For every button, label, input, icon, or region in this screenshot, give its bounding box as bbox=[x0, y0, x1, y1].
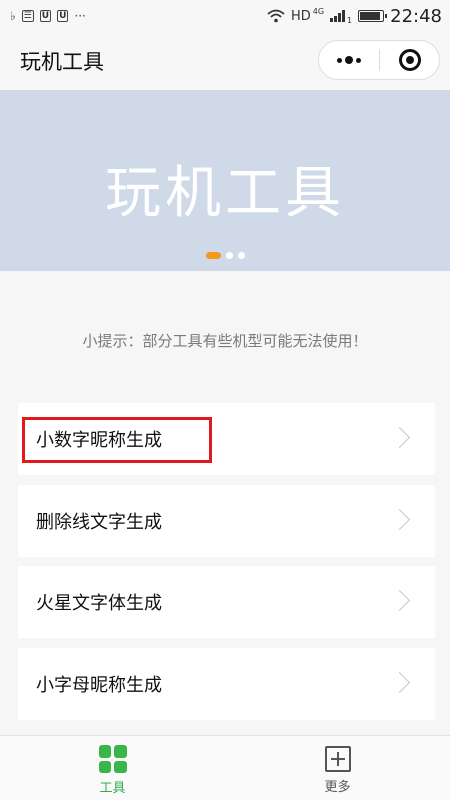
carousel-indicator bbox=[0, 252, 450, 259]
tool-item-strikethrough-text[interactable]: 删除线文字生成 bbox=[18, 485, 435, 557]
chevron-right-icon bbox=[388, 589, 411, 612]
status-system: HD 4G 1 22:48 bbox=[267, 6, 442, 27]
chevron-right-icon bbox=[388, 426, 411, 449]
app-notification-icon-2: U bbox=[57, 10, 69, 22]
signal-icon bbox=[330, 10, 346, 22]
tab-label: 更多 bbox=[324, 780, 351, 795]
dot-icon bbox=[356, 57, 361, 63]
status-notifications: ♭ ☰ U U ··· bbox=[10, 9, 86, 23]
tool-item-small-number-nickname[interactable]: 小数字昵称生成 bbox=[18, 403, 435, 475]
more-button[interactable] bbox=[319, 41, 379, 79]
wifi-icon bbox=[267, 9, 285, 23]
miniprogram-capsule bbox=[318, 40, 440, 80]
banner-title: 玩机工具 bbox=[105, 161, 345, 226]
message-icon: ☰ bbox=[21, 10, 34, 22]
chevron-right-icon bbox=[388, 671, 411, 694]
tool-item-label: 小字母昵称生成 bbox=[36, 675, 162, 696]
tab-label: 工具 bbox=[99, 781, 126, 796]
status-bar: ♭ ☰ U U ··· HD 4G 1 22:48 bbox=[0, 0, 450, 32]
tool-item-label: 火星文字体生成 bbox=[36, 593, 162, 614]
carousel-dot-active bbox=[205, 252, 221, 259]
dot-icon bbox=[345, 56, 353, 64]
network-label: HD bbox=[290, 8, 311, 24]
battery-icon bbox=[358, 10, 388, 22]
tip-text: 小提示：部分工具有些机型可能无法使用！ bbox=[82, 332, 368, 350]
overflow-text: ··· bbox=[74, 9, 86, 23]
sim-slot-label: 1 bbox=[347, 15, 353, 25]
tool-item-martian-font[interactable]: 火星文字体生成 bbox=[18, 566, 435, 638]
app-notification-icon: U bbox=[39, 10, 52, 22]
dot-icon bbox=[337, 57, 342, 63]
nav-bar: 玩机工具 bbox=[0, 32, 450, 90]
target-close-icon bbox=[398, 49, 421, 71]
tab-bar: 工具 更多 bbox=[0, 735, 450, 800]
carousel-dot bbox=[225, 252, 233, 259]
tool-item-label: 小数字昵称生成 bbox=[36, 430, 162, 451]
tab-tools[interactable]: 工具 bbox=[0, 736, 225, 800]
tab-more[interactable]: 更多 bbox=[225, 736, 450, 800]
carousel-dot bbox=[237, 252, 245, 259]
tool-item-small-letter-nickname[interactable]: 小字母昵称生成 bbox=[18, 648, 435, 720]
banner-carousel[interactable]: 玩机工具 bbox=[0, 90, 450, 271]
network-gen-label: 4G bbox=[312, 6, 325, 16]
bell-icon: ♭ bbox=[10, 9, 16, 23]
status-time: 22:48 bbox=[390, 5, 442, 27]
chevron-right-icon bbox=[388, 508, 411, 531]
grid-icon bbox=[98, 745, 127, 773]
plus-square-icon bbox=[324, 746, 351, 772]
tool-item-label: 删除线文字生成 bbox=[36, 512, 162, 533]
close-button[interactable] bbox=[380, 41, 439, 79]
page-title: 玩机工具 bbox=[20, 50, 104, 74]
